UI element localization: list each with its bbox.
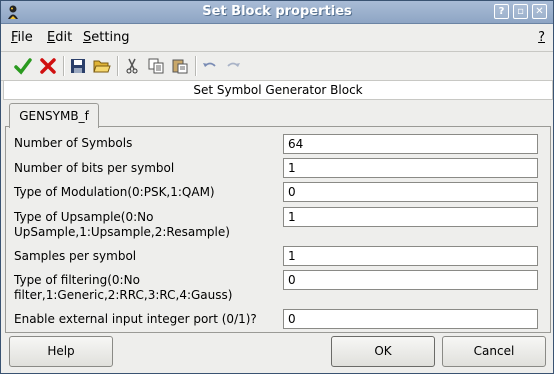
upsample-type-input[interactable] <box>283 207 538 227</box>
title-bar[interactable]: Set Block properties ? ▫ ✕ <box>1 1 553 24</box>
bits-per-symbol-input[interactable] <box>283 158 538 178</box>
cut-icon[interactable] <box>122 56 142 76</box>
toolbar <box>1 51 553 81</box>
menu-edit[interactable]: Edit <box>47 30 72 45</box>
save-icon[interactable] <box>68 56 88 76</box>
field-label: Number of Symbols <box>14 136 133 150</box>
field-label: Type of Upsample(0:No UpSample,1:Upsampl… <box>14 210 230 240</box>
help-button[interactable]: Help <box>9 336 113 367</box>
field-label: Number of bits per symbol <box>14 161 175 175</box>
external-input-port-input[interactable] <box>283 309 538 329</box>
help-window-button[interactable]: ? <box>494 4 509 19</box>
check-icon[interactable] <box>13 56 33 76</box>
toolbar-separator <box>117 56 119 76</box>
cancel-button[interactable]: Cancel <box>442 336 546 367</box>
field-label-line: filter,1:Generic,2:RRC,3:RC,4:Gauss) <box>14 288 233 302</box>
toolbar-separator <box>195 56 197 76</box>
menu-setting[interactable]: Setting <box>83 30 130 45</box>
menu-help[interactable]: ? <box>538 30 545 45</box>
menu-bar: File Edit Setting ? <box>1 24 553 50</box>
field-label-line: Type of filtering(0:No <box>14 273 140 287</box>
toolbar-separator <box>63 56 65 76</box>
field-label-line: UpSample,1:Upsample,2:Resample) <box>14 225 230 239</box>
filtering-type-input[interactable] <box>283 270 538 290</box>
block-header: Set Symbol Generator Block <box>3 80 553 100</box>
close-window-button[interactable]: ✕ <box>532 4 547 19</box>
redo-icon[interactable] <box>223 56 243 76</box>
dialog-window: Set Block properties ? ▫ ✕ File Edit Set… <box>0 0 554 374</box>
window-title: Set Block properties <box>202 4 352 19</box>
field-label-line: Type of Upsample(0:No <box>14 210 154 224</box>
open-folder-icon[interactable] <box>92 56 112 76</box>
samples-per-symbol-input[interactable] <box>283 246 538 266</box>
tab-gensymb[interactable]: GENSYMB_f <box>9 103 99 128</box>
modulation-type-input[interactable] <box>283 182 538 202</box>
field-label: Samples per symbol <box>14 249 137 263</box>
minimize-button[interactable]: ▫ <box>513 4 528 19</box>
paste-icon[interactable] <box>170 56 190 76</box>
field-label: Type of Modulation(0:PSK,1:QAM) <box>14 185 215 199</box>
menu-file[interactable]: File <box>11 30 33 45</box>
ok-button[interactable]: OK <box>331 336 435 367</box>
field-label: Type of filtering(0:No filter,1:Generic,… <box>14 273 232 303</box>
number-of-symbols-input[interactable] <box>283 134 538 154</box>
copy-icon[interactable] <box>146 56 166 76</box>
undo-icon[interactable] <box>200 56 220 76</box>
parameter-panel: Number of Symbols Number of bits per sym… <box>5 126 551 333</box>
field-label: Enable external input integer port (0/1)… <box>14 312 257 326</box>
cross-icon[interactable] <box>38 56 58 76</box>
